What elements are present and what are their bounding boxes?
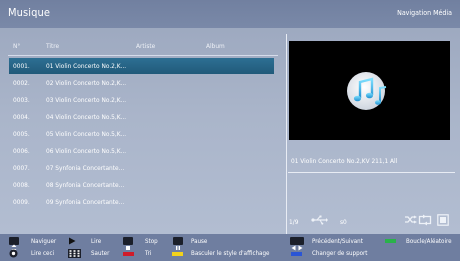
track-row[interactable]: 0007. 07 Synfonia Concertante...	[9, 160, 274, 176]
legend-play-this: Lire ceci	[31, 250, 55, 257]
track-title: 08 Synfonia Concertante...	[46, 181, 125, 189]
green-key-icon	[385, 239, 396, 243]
panel-divider	[286, 34, 287, 234]
track-number: 0005.	[13, 130, 30, 138]
column-header-title[interactable]: Titre	[46, 42, 59, 50]
ok-key-icon	[9, 249, 18, 258]
legend-loop-random: Boucle/Aléatoire	[406, 238, 452, 245]
red-key-icon	[123, 252, 134, 256]
track-row[interactable]: 0004. 04 Violin Concerto No.5,K...	[9, 109, 274, 125]
pause-key-icon	[173, 237, 183, 250]
track-row-selected[interactable]: 0001. 01 Violin Concerto No.2,K...	[9, 58, 274, 74]
media-browser-screen: Musique Navigation Média N° Titre Artist…	[0, 0, 460, 261]
track-title: 05 Violin Concerto No.5,K...	[46, 130, 127, 138]
legend-toggle-view: Basculer le style d'affichage	[191, 250, 270, 257]
usb-icon	[311, 215, 328, 225]
legend-prev-next: Précédent/Suivant	[312, 238, 363, 245]
page-title: Musique	[8, 6, 51, 19]
play-icon	[69, 237, 76, 245]
track-row[interactable]: 0005. 05 Violin Concerto No.5,K...	[9, 126, 274, 142]
track-title: 04 Violin Concerto No.5,K...	[46, 113, 127, 121]
column-header-album[interactable]: Album	[206, 42, 225, 50]
prev-next-key-icon	[290, 237, 304, 251]
track-counter: 1/9	[289, 218, 299, 226]
now-playing-title: 01 Violin Concerto No.2,KV 211,1 All	[291, 157, 398, 165]
column-header-number[interactable]: N°	[13, 42, 20, 50]
header-bar: Musique Navigation Média	[0, 0, 460, 28]
track-title: 06 Violin Concerto No.5,K...	[46, 147, 127, 155]
key-legend-bar: Naviguer Lire Stop Pause Précédent/Suiva…	[0, 234, 460, 261]
preview-window	[289, 41, 450, 140]
track-number: 0006.	[13, 147, 30, 155]
track-number: 0004.	[13, 113, 30, 121]
track-title: 01 Violin Concerto No.2,K...	[46, 62, 127, 70]
track-number: 0002.	[13, 79, 30, 87]
track-number: 0001.	[13, 62, 30, 70]
source-label: s0	[340, 218, 347, 226]
track-row[interactable]: 0009. 09 Synfonia Concertante...	[9, 194, 274, 210]
number-keys-icon	[68, 249, 81, 258]
legend-navigate: Naviguer	[31, 238, 57, 245]
track-number: 0008.	[13, 181, 30, 189]
track-row[interactable]: 0008. 08 Synfonia Concertante...	[9, 177, 274, 193]
legend-pause: Pause	[191, 238, 208, 245]
track-number: 0007.	[13, 164, 30, 172]
stop-square-icon[interactable]	[437, 214, 449, 226]
legend-change-source: Changer de support	[312, 250, 368, 257]
repeat-icon[interactable]	[418, 214, 432, 226]
track-row[interactable]: 0003. 03 Violin Concerto No.2,K...	[9, 92, 274, 108]
blue-key-icon	[291, 252, 302, 256]
track-row[interactable]: 0006. 06 Violin Concerto No.5,K...	[9, 143, 274, 159]
column-header-artist[interactable]: Artiste	[136, 42, 155, 50]
track-title: 03 Violin Concerto No.2,K...	[46, 96, 127, 104]
shuffle-icon[interactable]	[404, 214, 417, 225]
legend-sort: Tri	[145, 250, 152, 257]
navigate-key-icon	[9, 237, 19, 252]
mode-label: Navigation Média	[397, 9, 452, 17]
track-title: 02 Violin Concerto No.2,K...	[46, 79, 127, 87]
track-list-panel: N° Titre Artiste Album 0001. 01 Violin C…	[0, 28, 286, 231]
track-number: 0003.	[13, 96, 30, 104]
track-number: 0009.	[13, 198, 30, 206]
column-headers: N° Titre Artiste Album	[0, 42, 286, 52]
info-divider	[288, 172, 455, 173]
legend-stop: Stop	[145, 238, 158, 245]
legend-play: Lire	[91, 238, 102, 245]
yellow-key-icon	[172, 252, 183, 256]
legend-jump: Sauter	[91, 250, 110, 257]
music-note-icon	[347, 72, 387, 110]
track-title: 09 Synfonia Concertante...	[46, 198, 125, 206]
stop-key-icon	[123, 237, 133, 250]
track-row[interactable]: 0002. 02 Violin Concerto No.2,K...	[9, 75, 274, 91]
track-title: 07 Synfonia Concertante...	[46, 164, 125, 172]
header-divider	[8, 55, 278, 56]
